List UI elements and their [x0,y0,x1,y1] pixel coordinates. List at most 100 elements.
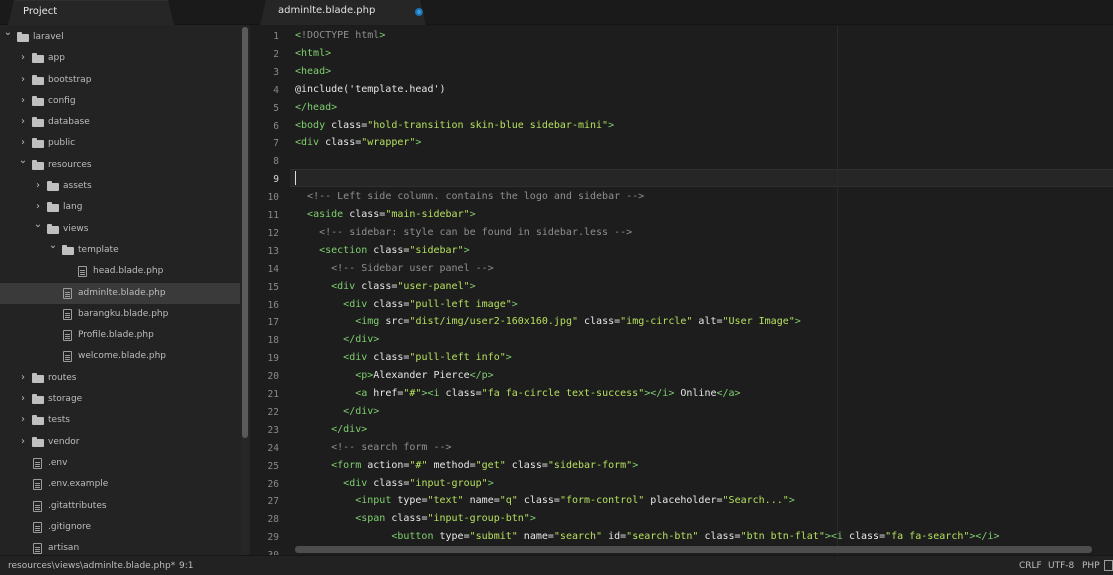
code-editor[interactable]: 1 2 3 4 5 6 7 8 9 10 11 12 13 14 15 16 17 18 19 20 21 22 23 24 2… [250,26,1113,555]
tree-file[interactable]: .env.example [0,474,240,495]
code-line[interactable]: <aside class="main-sidebar"> [295,209,476,227]
tree-scrollbar[interactable] [241,27,249,555]
tree-folder[interactable]: › tests [0,410,240,431]
code-token: <body [295,119,332,131]
chevron-down-icon[interactable]: ⌄ [3,27,13,38]
code-line[interactable]: <div class="wrapper"> [295,137,421,155]
chevron-right-icon[interactable]: › [18,116,28,127]
tree-file[interactable]: barangku.blade.php [0,304,240,325]
tree-folder[interactable]: › assets [0,176,240,197]
tree-folder[interactable]: › bootstrap [0,70,240,91]
tree-file[interactable]: .gitignore [0,517,240,538]
tree-folder[interactable]: ⌄ template [0,240,240,261]
code-content[interactable]: <!DOCTYPE html> <html> <head> @include('tem… [295,26,1113,555]
chevron-right-icon[interactable]: › [18,52,28,63]
code-token: "user-panel" [397,280,470,292]
code-line[interactable]: @include('template.head') [295,84,446,102]
file-tab-label: adminlte.blade.php [278,5,376,16]
chevron-right-icon[interactable]: › [18,414,28,425]
tree-folder[interactable]: ⌄ views [0,219,240,240]
chevron-right-icon[interactable]: › [18,372,28,383]
code-line[interactable]: <!DOCTYPE html> [295,30,385,48]
line-number: 22 [267,406,279,418]
code-line[interactable]: <!-- search form --> [295,442,451,460]
chevron-right-icon[interactable]: › [18,95,28,106]
code-token: "#" [409,459,428,471]
tree-folder[interactable]: › vendor [0,432,240,453]
code-line[interactable]: <form action="#" method="get" class="sid… [295,460,638,478]
status-grammar[interactable]: PHP [1082,561,1100,571]
code-line[interactable]: <span class="input-group-btn"> [295,513,536,531]
code-line[interactable]: <div class="pull-left image"> [295,299,518,317]
status-file-path[interactable]: resources\views\adminlte.blade.php* [8,561,175,571]
code-token: "submit" [469,531,518,543]
code-token: src= [385,316,410,328]
tree-folder[interactable]: › storage [0,389,240,410]
tree-folder[interactable]: › config [0,91,240,112]
code-line[interactable]: </div> [295,334,379,352]
chevron-down-icon[interactable]: ⌄ [33,219,43,230]
tab-adminlte-blade[interactable]: adminlte.blade.php [260,0,426,25]
code-token: > [788,495,795,507]
status-cursor-position[interactable]: 9:1 [179,561,193,571]
tree-file[interactable]: welcome.blade.php [0,346,240,367]
chevron-right-icon[interactable]: › [18,74,28,85]
chevron-right-icon[interactable]: › [18,393,28,404]
chevron-down-icon[interactable]: ⌄ [18,155,28,166]
project-tab[interactable]: Project [8,0,174,25]
tree-file[interactable]: Profile.blade.php [0,325,240,346]
code-line[interactable]: <input type="text" name="q" class="form-… [295,495,795,513]
horizontal-scrollbar[interactable] [295,546,1092,553]
code-line[interactable]: <div class="input-group"> [295,478,494,496]
chevron-right-icon[interactable]: › [33,180,43,191]
tree-folder[interactable]: › lang [0,197,240,218]
line-number: 16 [267,299,279,311]
tree-folder[interactable]: ⌄ resources [0,155,240,176]
tree-file[interactable]: adminlte.blade.php [0,282,240,304]
tree-folder[interactable]: ⌄ laravel [0,27,240,48]
tree-file[interactable]: artisan [0,538,240,555]
status-line-ending[interactable]: CRLF [1019,561,1042,571]
code-token: ><i [421,388,446,399]
code-token: alt= [692,316,723,328]
code-line[interactable]: <html> [295,48,331,66]
tree-file[interactable]: .gitattributes [0,496,240,517]
file-icon [33,521,42,533]
code-line[interactable]: <!-- sidebar: style can be found in side… [295,227,632,245]
tree-scrollbar-thumb[interactable] [242,27,248,438]
code-line[interactable]: </div> [295,424,367,442]
file-icon [33,457,42,469]
code-line[interactable]: <p>Alexander Pierce</p> [295,370,493,388]
chevron-right-icon[interactable]: › [33,201,43,212]
chevron-down-icon[interactable]: ⌄ [48,240,58,251]
tree-file[interactable]: head.blade.php [0,261,240,282]
chevron-right-icon[interactable]: › [18,436,28,447]
code-line[interactable]: <div class="user-panel"> [295,281,476,299]
code-line[interactable]: <!-- Left side column. contains the logo… [295,191,644,209]
line-number: 11 [267,210,279,221]
code-line[interactable]: <!-- Sidebar user panel --> [295,263,494,281]
chevron-right-icon[interactable]: › [18,137,28,148]
code-line[interactable]: <body class="hold-transition skin-blue s… [295,120,614,138]
code-line[interactable]: <head> [295,66,331,84]
code-token: > [632,459,639,471]
modified-indicator-icon[interactable] [415,8,423,16]
status-encoding[interactable]: UTF-8 [1048,561,1074,571]
file-icon [33,500,42,512]
code-line[interactable]: <img src="dist/img/user2-160x160.jpg" cl… [295,316,801,334]
status-file-icon[interactable] [1104,560,1113,571]
code-line[interactable]: <div class="pull-left info"> [295,352,512,370]
code-line[interactable]: <section class="sidebar"> [295,245,470,263]
code-token: "wrapper" [361,137,416,149]
code-line[interactable]: <a href="#"><i class="fa fa-circle text-… [295,388,740,406]
code-token: class= [445,388,482,399]
tree-folder[interactable]: › app [0,48,240,69]
tree-folder[interactable]: › public [0,133,240,154]
code-line[interactable]: </div> [295,406,379,424]
tree-folder[interactable]: › routes [0,368,240,389]
code-line[interactable]: </head> [295,102,337,120]
tree-folder[interactable]: › database [0,112,240,133]
tree-file[interactable]: .env [0,453,240,474]
